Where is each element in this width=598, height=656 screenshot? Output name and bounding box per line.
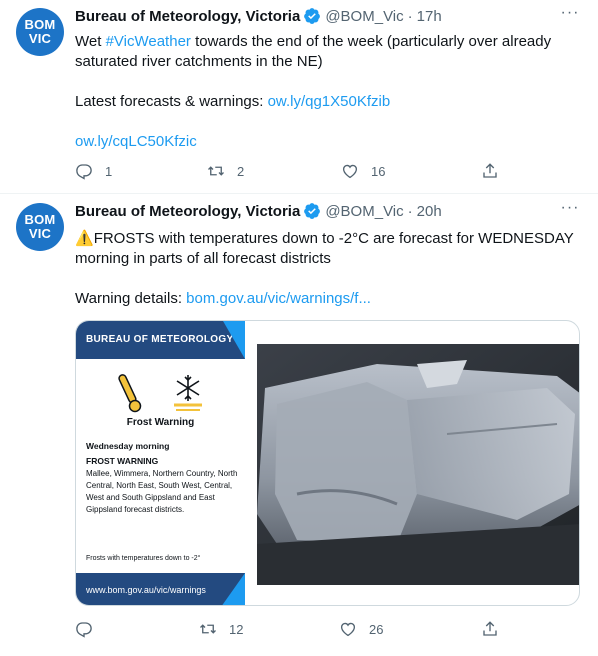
like-count: 26 (369, 621, 384, 637)
separator-dot: · (407, 202, 413, 220)
tweet-header: Bureau of Meteorology, Victoria @BOM_Vic… (75, 6, 442, 26)
more-icon[interactable]: ··· (560, 200, 580, 221)
avatar[interactable]: BOM VIC (16, 203, 64, 251)
tweet-text: ⚠️FROSTS with temperatures down to -2°C … (75, 229, 580, 269)
verified-badge-icon (304, 203, 321, 219)
share-icon (483, 621, 497, 636)
retweet-count: 12 (229, 621, 244, 637)
tweet-text-part: Warning details: (75, 290, 187, 307)
warning-day: Wednesday morning (86, 441, 170, 451)
url-link[interactable]: ow.ly/cqLC50Kfzic (75, 133, 197, 150)
like-count: 16 (371, 163, 386, 179)
hashtag-link[interactable]: #VicWeather (106, 33, 191, 50)
retweet-count: 2 (237, 163, 245, 179)
author-name[interactable]: Bureau of Meteorology, Victoria (75, 8, 300, 25)
url-link[interactable]: ow.ly/qg1X50Kfzib (268, 93, 391, 110)
warning-areas: Mallee, Wimmera, Northern Country, North… (86, 469, 238, 514)
retweet-button[interactable]: 12 (199, 620, 243, 638)
thermometer-icon (118, 374, 142, 413)
tweet-text-line: Latest forecasts & warnings: ow.ly/qg1X5… (75, 92, 580, 112)
timestamp[interactable]: 17h (417, 8, 442, 25)
tweet-header: Bureau of Meteorology, Victoria @BOM_Vic… (75, 201, 442, 221)
avatar[interactable]: BOM VIC (16, 8, 64, 56)
action-bar: 1 2 16 (75, 161, 515, 181)
tweet-1[interactable]: BOM VIC Bureau of Meteorology, Victoria … (0, 0, 598, 194)
tweet-text-line: ow.ly/cqLC50Kfzic (75, 132, 580, 152)
reply-button[interactable]: 1 (75, 162, 112, 180)
header-accent (223, 321, 245, 359)
warning-footnote: Frosts with temperatures down to -2° (86, 555, 201, 562)
reply-icon (76, 164, 92, 180)
more-icon[interactable]: ··· (560, 5, 580, 26)
like-button[interactable]: 16 (341, 162, 385, 180)
avatar-text-line1: BOM (24, 212, 56, 227)
warning-emoji-icon: ⚠️ (75, 230, 94, 247)
like-icon (342, 164, 358, 179)
timestamp[interactable]: 20h (417, 203, 442, 220)
media-card[interactable]: BUREAU OF METEOROLOGY Frost Warning Wedn… (75, 320, 580, 606)
reply-icon (76, 622, 92, 638)
author-name[interactable]: Bureau of Meteorology, Victoria (75, 203, 300, 220)
warning-subtitle: FROST WARNING (86, 456, 159, 466)
tweet-text-line: Warning details: bom.gov.au/vic/warnings… (75, 289, 580, 309)
separator-dot: · (407, 7, 413, 25)
retweet-icon (200, 624, 216, 634)
reply-count: 1 (105, 163, 113, 179)
snowflake-icon (174, 375, 202, 411)
author-handle[interactable]: @BOM_Vic (325, 203, 403, 220)
tweet-text-part: FROSTS with temperatures down to -2°C ar… (75, 230, 574, 267)
verified-badge-icon (304, 8, 321, 24)
footer-accent (221, 573, 245, 605)
avatar-text-line2: VIC (28, 226, 52, 241)
warning-url: www.bom.gov.au/vic/warnings (76, 573, 245, 605)
author-handle[interactable]: @BOM_Vic (325, 8, 403, 25)
retweet-icon (208, 166, 224, 176)
frost-icons (118, 374, 202, 413)
frost-photo (257, 344, 579, 585)
warning-graphic: BUREAU OF METEOROLOGY Frost Warning Wedn… (76, 321, 245, 605)
tweet-text: Wet #VicWeather towards the end of the w… (75, 32, 580, 72)
tweet-text-part: Wet (75, 33, 106, 50)
warning-graphic-header: BUREAU OF METEOROLOGY (76, 321, 245, 359)
warning-graphic-body: Frost Warning Wednesday morning FROST WA… (76, 359, 245, 573)
action-bar: 12 26 (75, 619, 515, 639)
share-button[interactable] (481, 162, 499, 180)
retweet-button[interactable]: 2 (207, 162, 244, 180)
tweet-2[interactable]: BOM VIC Bureau of Meteorology, Victoria … (0, 195, 598, 656)
reply-button[interactable] (75, 620, 105, 638)
tweet-text-part: Latest forecasts & warnings: (75, 93, 268, 110)
share-button[interactable] (481, 620, 499, 638)
url-link[interactable]: bom.gov.au/vic/warnings/f... (186, 290, 371, 307)
avatar-text-line1: BOM (24, 17, 56, 32)
warning-title: Frost Warning (126, 417, 195, 428)
like-button[interactable]: 26 (339, 620, 383, 638)
like-icon (340, 622, 356, 637)
avatar-text-line2: VIC (28, 31, 52, 46)
share-icon (483, 163, 497, 178)
